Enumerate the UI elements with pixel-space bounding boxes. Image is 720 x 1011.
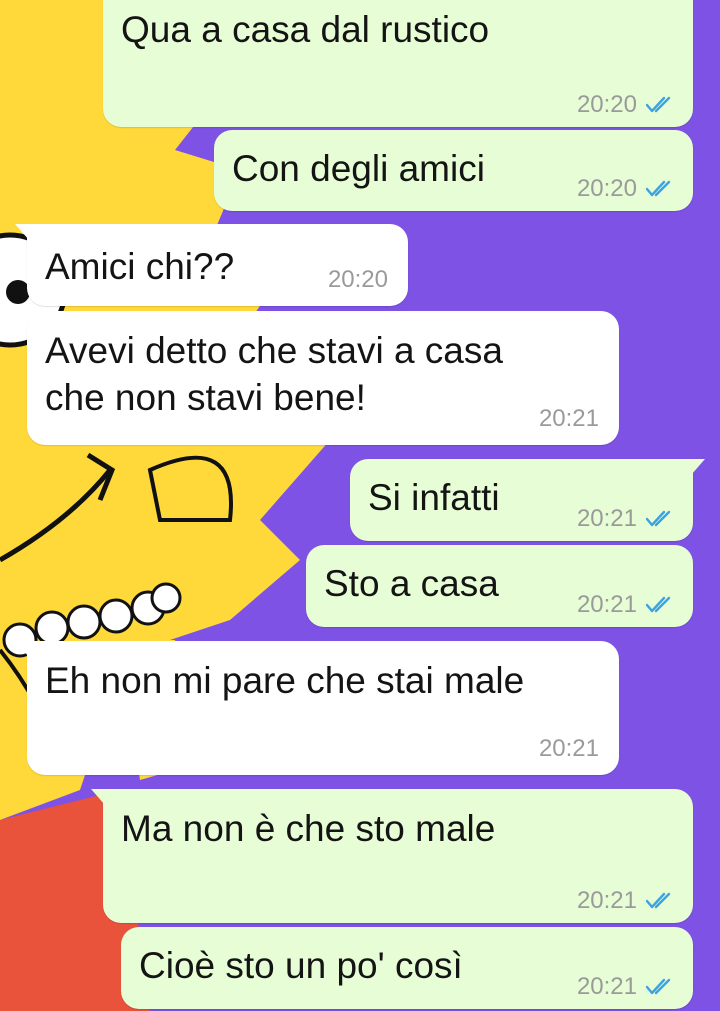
read-double-check-icon [645,596,671,613]
message-text: Sto a casa [324,563,499,604]
message-time: 20:21 [576,505,637,532]
message-list: Qua a casa dal rustico 20:20 Con degli a… [0,0,720,1011]
message-time: 20:21 [576,973,637,1000]
outgoing-message[interactable]: Ma non è che sto male 20:21 [91,789,693,923]
message-time: 20:20 [576,91,637,118]
bubble-tail [15,641,29,657]
message-text-line-1: Avevi detto che stavi a casa [45,330,503,371]
message-text-line-2: che non stavi bene! [45,377,366,418]
message-text: Si infatti [368,477,500,518]
read-double-check-icon [645,892,671,909]
message-time: 20:20 [327,266,388,293]
outgoing-message[interactable]: Si infatti 20:21 [350,459,705,541]
outgoing-message[interactable]: Cioè sto un po' così 20:21 [121,927,693,1009]
bubble-tail [91,789,105,805]
bubble-tail [691,459,705,475]
message-time: 20:21 [576,591,637,618]
outgoing-message[interactable]: Sto a casa 20:21 [306,545,693,627]
message-text: Eh non mi pare che stai male [45,660,525,701]
message-meta: 20:20 [577,91,675,119]
message-meta: 20:20 [328,266,388,294]
message-text: Amici chi?? [45,246,235,287]
read-double-check-icon [645,96,671,113]
incoming-message[interactable]: Avevi detto che stavi a casa che non sta… [27,311,619,445]
message-text: Qua a casa dal rustico [121,9,490,50]
message-text: Ma non è che sto male [121,808,496,849]
message-meta: 20:21 [577,591,675,619]
message-text: Con degli amici [232,148,485,189]
message-time: 20:20 [576,175,637,202]
read-double-check-icon [645,510,671,527]
read-double-check-icon [645,978,671,995]
message-meta: 20:21 [539,405,599,433]
incoming-message[interactable]: Amici chi?? 20:20 [15,224,408,306]
message-meta: 20:21 [577,973,675,1001]
message-time: 20:21 [538,405,599,432]
message-meta: 20:21 [577,505,675,533]
message-time: 20:21 [576,887,637,914]
message-meta: 20:21 [577,887,675,915]
outgoing-message[interactable]: Qua a casa dal rustico 20:20 [103,0,693,127]
message-meta: 20:20 [577,175,675,203]
read-double-check-icon [645,180,671,197]
message-time: 20:21 [538,735,599,762]
message-meta: 20:21 [539,735,599,763]
incoming-message[interactable]: Eh non mi pare che stai male 20:21 [15,641,619,775]
message-text: Cioè sto un po' così [139,945,463,986]
outgoing-message[interactable]: Con degli amici 20:20 [214,130,693,211]
bubble-tail [15,224,29,240]
